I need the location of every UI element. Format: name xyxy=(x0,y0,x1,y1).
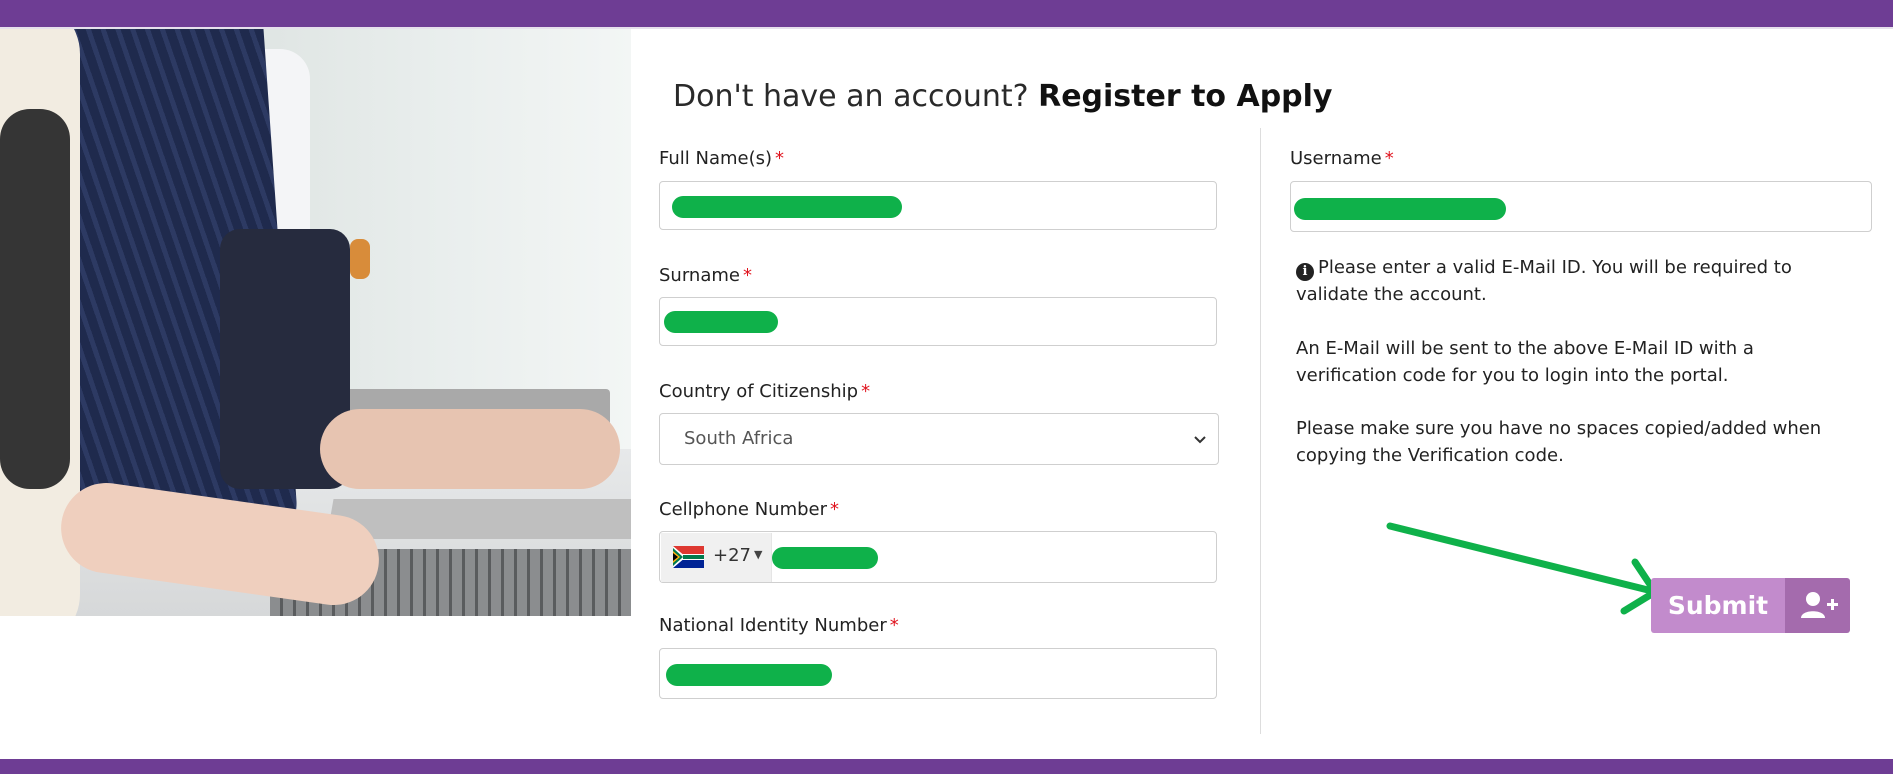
full-name-input[interactable] xyxy=(659,181,1217,230)
full-name-label: Full Name(s) * xyxy=(659,148,784,169)
email-sent-note: An E-Mail will be sent to the above E-Ma… xyxy=(1296,335,1856,389)
user-plus-icon-box xyxy=(1785,578,1850,633)
submit-button[interactable]: Submit xyxy=(1651,578,1850,633)
username-label: Username * xyxy=(1290,148,1394,169)
country-select-value: South Africa xyxy=(684,428,794,449)
surname-input[interactable] xyxy=(659,297,1217,346)
email-info-note: i Please enter a valid E-Mail ID. You wil… xyxy=(1296,254,1856,308)
surname-label-text: Surname xyxy=(659,265,740,286)
country-label: Country of Citizenship * xyxy=(659,381,870,402)
cellphone-label-text: Cellphone Number xyxy=(659,499,828,520)
info-text-3: Please make sure you have no spaces copi… xyxy=(1296,418,1822,466)
required-marker: * xyxy=(830,499,840,520)
redaction-mark xyxy=(666,664,832,686)
required-marker: * xyxy=(861,381,871,402)
info-circle-icon: i xyxy=(1296,263,1314,281)
page-title: Don't have an account? Register to Apply xyxy=(673,79,1332,114)
cellphone-label: Cellphone Number * xyxy=(659,499,839,520)
title-prefix: Don't have an account? xyxy=(673,79,1029,114)
national-id-label: National Identity Number * xyxy=(659,615,899,636)
user-plus-icon xyxy=(1801,592,1838,618)
submit-label: Submit xyxy=(1651,578,1785,633)
title-emphasis: Register to Apply xyxy=(1038,79,1333,114)
country-code-selector[interactable]: +27 ▼ xyxy=(661,533,772,582)
surname-label: Surname * xyxy=(659,265,752,286)
required-marker: * xyxy=(889,615,899,636)
redaction-mark xyxy=(1294,198,1506,220)
cellphone-input[interactable]: +27 ▼ xyxy=(659,531,1217,583)
caret-down-icon: ▼ xyxy=(754,548,763,561)
info-text-1: Please enter a valid E-Mail ID. You will… xyxy=(1296,257,1792,305)
redaction-mark xyxy=(664,311,778,333)
redaction-mark xyxy=(672,196,902,218)
country-select[interactable]: South Africa xyxy=(659,413,1219,465)
required-marker: * xyxy=(775,148,785,169)
hero-photo xyxy=(0,29,631,616)
south-africa-flag-icon xyxy=(673,546,704,568)
chevron-down-icon xyxy=(1194,436,1206,444)
info-text-2: An E-Mail will be sent to the above E-Ma… xyxy=(1296,338,1754,386)
required-marker: * xyxy=(1384,148,1394,169)
country-label-text: Country of Citizenship xyxy=(659,381,859,402)
column-divider xyxy=(1260,128,1261,734)
required-marker: * xyxy=(742,265,752,286)
top-brand-bar xyxy=(0,0,1893,29)
redaction-mark xyxy=(772,547,878,569)
annotation-arrow-icon xyxy=(1386,522,1659,615)
country-dial-code: +27 xyxy=(713,545,751,566)
national-id-input[interactable] xyxy=(659,648,1217,699)
national-id-label-text: National Identity Number xyxy=(659,615,887,636)
verification-note: Please make sure you have no spaces copi… xyxy=(1296,415,1856,469)
username-input[interactable] xyxy=(1290,181,1872,232)
username-label-text: Username xyxy=(1290,148,1382,169)
full-name-label-text: Full Name(s) xyxy=(659,148,773,169)
bottom-brand-bar xyxy=(0,759,1893,774)
